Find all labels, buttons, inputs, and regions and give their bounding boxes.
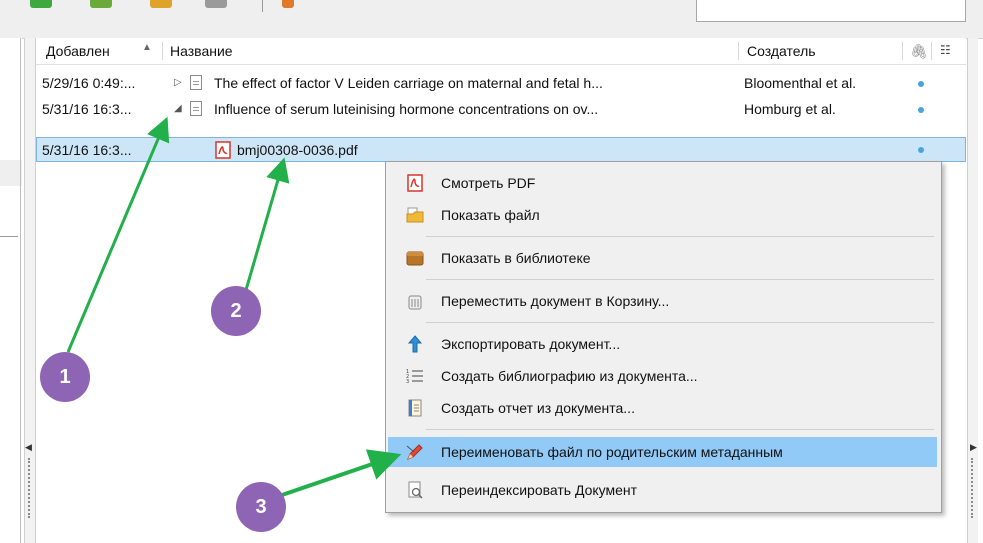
annotation-arrow-1 — [66, 116, 170, 353]
annotation-arrows — [66, 116, 402, 497]
annotation-badge-2: 2 — [211, 286, 261, 336]
annotation-arrow-2 — [244, 157, 290, 291]
annotation-badge-1: 1 — [40, 352, 90, 402]
annotation-arrow-3 — [281, 449, 402, 497]
annotation-badge-3: 3 — [236, 482, 286, 532]
